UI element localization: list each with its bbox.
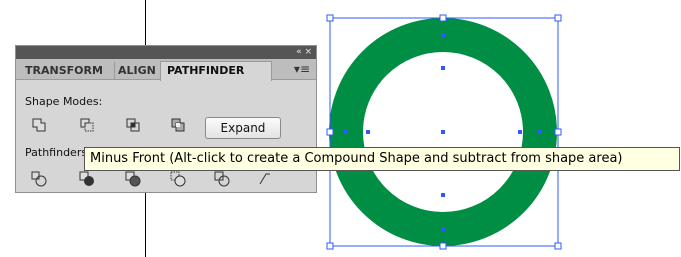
exclude-icon[interactable] [169,116,187,134]
handle-top-center[interactable] [439,14,447,22]
shape-modes-label: Shape Modes: [25,95,103,108]
tab-pathfinder[interactable]: PATHFINDER [160,61,272,81]
panel-tab-bar: TRANSFORM ALIGN PATHFINDER ▾≡ [16,59,316,81]
anchor-outer-bottom [441,227,445,231]
handle-bottom-left[interactable] [326,242,334,250]
panel-titlebar[interactable]: « × [16,46,316,59]
handle-middle-right[interactable] [554,128,562,136]
crop-icon[interactable] [169,170,187,188]
tab-transform[interactable]: TRANSFORM [25,62,124,79]
anchor-inner-bottom [441,193,445,197]
anchor-outer-right [538,130,542,134]
anchor-outer-top [441,33,445,37]
handle-bottom-center[interactable] [439,242,447,250]
handle-middle-left[interactable] [326,128,334,136]
anchor-inner-right [518,130,522,134]
handle-bottom-right[interactable] [554,242,562,250]
anchor-outer-left [344,130,348,134]
merge-icon[interactable] [124,170,142,188]
minus-front-icon[interactable] [78,116,96,134]
divide-icon[interactable] [30,170,48,188]
outline-icon[interactable] [213,170,231,188]
unite-icon[interactable] [30,116,48,134]
tab-align[interactable]: ALIGN [114,62,161,79]
panel-collapse-close-controls[interactable]: « × [296,46,312,59]
trim-icon[interactable] [78,170,96,188]
handle-top-left[interactable] [326,14,334,22]
handle-top-right[interactable] [554,14,562,22]
minus-front-tooltip: Minus Front (Alt-click to create a Compo… [84,147,680,171]
anchor-inner-left [366,130,370,134]
pathfinders-label: Pathfinders: [25,146,91,159]
minus-back-icon[interactable] [256,170,274,188]
intersect-icon[interactable] [124,116,142,134]
center-point [441,130,445,134]
anchor-inner-top [441,66,445,70]
panel-menu-icon[interactable]: ▾≡ [294,62,310,76]
expand-button[interactable]: Expand [205,117,281,139]
